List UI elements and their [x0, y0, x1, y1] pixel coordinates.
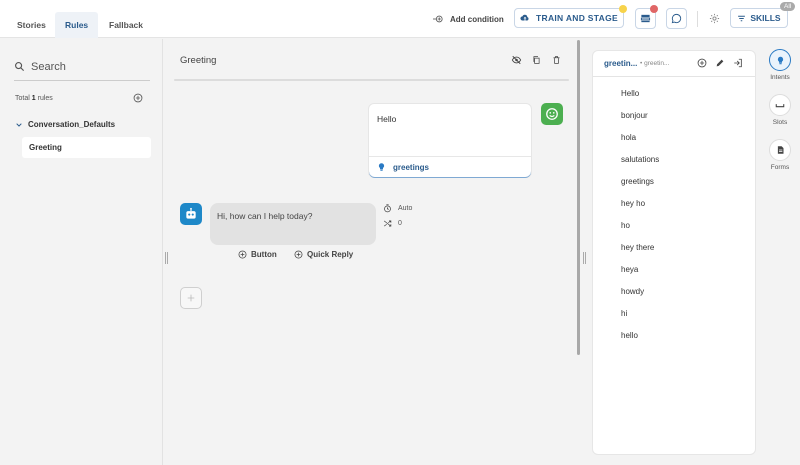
timing-label: Auto	[398, 205, 413, 212]
intent-example[interactable]: Hello	[621, 89, 659, 111]
pencil-icon[interactable]	[715, 58, 725, 68]
tab-fallback[interactable]: Fallback	[99, 12, 153, 38]
sidebar-item-forms[interactable]: Forms	[760, 139, 800, 171]
rule-group-name: Conversation_Defaults	[28, 120, 116, 129]
add-button-button[interactable]: Button	[238, 250, 277, 259]
intent-tag[interactable]: greetings	[369, 156, 531, 177]
intent-panel-title[interactable]: greetin...	[604, 59, 637, 68]
intent-example[interactable]: salutations	[621, 155, 659, 177]
tab-stories[interactable]: Stories	[7, 12, 56, 38]
filter-icon	[738, 15, 746, 21]
rule-group-toggle[interactable]: Conversation_Defaults	[15, 120, 115, 129]
total-count: 1	[31, 95, 36, 102]
gear-icon[interactable]	[709, 13, 720, 24]
skills-button[interactable]: SKILLS	[730, 8, 788, 28]
intent-example[interactable]: ho	[621, 221, 659, 243]
intent-name: greetings	[393, 162, 430, 172]
forms-icon	[769, 139, 791, 161]
intent-panel-actions	[697, 58, 743, 68]
search-placeholder: Search	[31, 60, 66, 73]
sidebar-item-label: Slots	[772, 119, 788, 126]
intent-example[interactable]: hola	[621, 133, 659, 155]
intents-icon	[769, 49, 791, 71]
chevron-down-icon	[16, 122, 22, 127]
intent-example[interactable]: hey there	[621, 243, 659, 265]
tab-rules[interactable]: Rules	[55, 12, 99, 38]
search-input[interactable]: Search	[14, 53, 150, 81]
rule-item-greeting[interactable]: Greeting	[22, 137, 151, 158]
add-condition-button[interactable]: Add condition	[432, 14, 504, 24]
user-message-text[interactable]: Hello	[377, 114, 396, 124]
train-status-dot	[619, 5, 627, 13]
bot-response-bubble[interactable]: Hi, how can I help today?	[210, 203, 376, 245]
response-variations[interactable]: 0	[383, 219, 402, 228]
intent-panel-subtitle-text: greetin...	[644, 60, 670, 67]
rule-title: Greeting	[180, 55, 217, 66]
add-quick-reply-label: Quick Reply	[307, 250, 354, 259]
train-and-stage-label: TRAIN AND STAGE	[536, 13, 618, 23]
intent-example[interactable]: bonjour	[621, 111, 659, 133]
layers-icon	[640, 14, 651, 23]
trash-icon[interactable]	[552, 55, 561, 65]
intent-panel-subtitle: • greetin...	[640, 60, 670, 67]
user-message-card[interactable]: Hello greetings	[368, 103, 532, 178]
variations-count: 0	[398, 220, 402, 227]
eye-off-icon[interactable]	[511, 55, 522, 65]
total-suffix: rules	[37, 95, 53, 102]
all-badge: All	[780, 2, 796, 11]
sidebar-item-slots[interactable]: Slots	[760, 94, 800, 126]
rules-sidebar: Search Total 1 rules Conversation_Defaul…	[0, 39, 163, 465]
right-resize-handle[interactable]	[583, 252, 586, 264]
add-quick-reply-button[interactable]: Quick Reply	[294, 250, 353, 259]
intent-example[interactable]: howdy	[621, 287, 659, 309]
deploy-status-dot	[650, 5, 658, 13]
add-condition-icon	[433, 15, 443, 23]
search-icon	[15, 62, 25, 72]
intent-example[interactable]: hello	[621, 331, 659, 353]
intent-example[interactable]: greetings	[621, 177, 659, 199]
plus-circle-icon	[294, 250, 303, 259]
upload-cloud-icon	[520, 14, 529, 21]
intent-examples-list: Hello bonjour hola salutations greetings…	[621, 89, 659, 353]
add-button-label: Button	[251, 250, 277, 259]
train-and-stage-button[interactable]: TRAIN AND STAGE	[514, 8, 624, 28]
total-prefix: Total	[15, 95, 30, 102]
top-bar: Stories Rules Fallback TRAIN AND STAGE S…	[0, 0, 800, 38]
add-step-button[interactable]	[180, 287, 202, 309]
title-underline	[174, 79, 569, 81]
add-example-icon[interactable]	[697, 58, 707, 68]
chat-button[interactable]	[666, 8, 687, 29]
add-rule-icon[interactable]	[133, 93, 143, 103]
skills-label: SKILLS	[750, 13, 781, 23]
sidebar-item-label: Intents	[770, 74, 790, 81]
total-rules-count: Total 1 rules	[15, 95, 53, 102]
sidebar-item-label: Forms	[770, 164, 790, 171]
header-divider	[697, 11, 698, 27]
plus-circle-icon	[238, 250, 247, 259]
response-timing[interactable]: Auto	[383, 204, 412, 213]
intent-panel: greetin... • greetin... Hello bonjour ho…	[592, 50, 756, 455]
user-avatar-icon	[541, 103, 563, 125]
editor-scrollbar[interactable]	[577, 40, 580, 355]
lightbulb-icon	[378, 163, 385, 171]
intent-example[interactable]: hey ho	[621, 199, 659, 221]
timer-icon	[384, 204, 391, 213]
copy-icon[interactable]	[532, 55, 541, 65]
exit-icon[interactable]	[733, 58, 743, 68]
intent-example[interactable]: hi	[621, 309, 659, 331]
sidebar-item-intents[interactable]: Intents	[760, 49, 800, 81]
slots-icon	[769, 94, 791, 116]
intent-panel-header: greetin... • greetin...	[593, 51, 755, 77]
chat-bubble-icon	[671, 13, 682, 24]
shuffle-icon	[383, 220, 392, 227]
resource-sidebar: Intents Slots Forms	[760, 39, 800, 465]
bot-avatar-icon	[180, 203, 202, 225]
add-condition-label: Add condition	[450, 14, 504, 24]
intent-example[interactable]: heya	[621, 265, 659, 287]
plus-icon	[187, 294, 195, 302]
left-resize-handle[interactable]	[165, 252, 168, 264]
